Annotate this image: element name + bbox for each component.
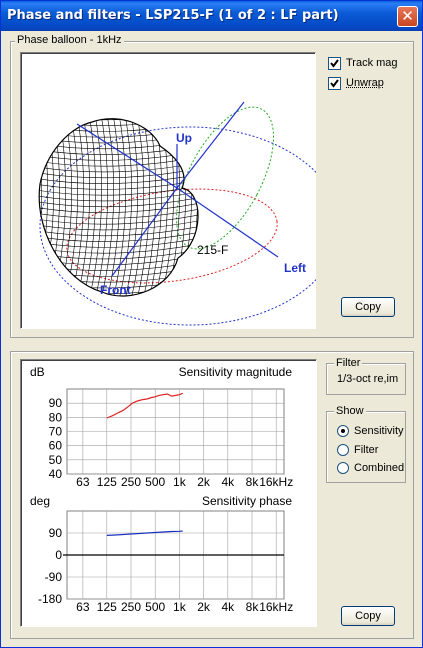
radio-filter-label[interactable]: Filter (354, 444, 378, 456)
unwrap-checkbox[interactable] (328, 77, 341, 90)
balloon-mesh-line (159, 118, 174, 297)
y-tick-label: 40 (49, 467, 63, 481)
sensitivity-charts-panel: 63 125 250 500 1k 2k 4k 8k 16kHz 90 80 70 60 50 40 dB Se… (20, 359, 317, 627)
check-icon (330, 59, 339, 68)
balloon-copy-button[interactable]: Copy (341, 297, 395, 317)
x-tick-label: 16kHz (259, 475, 293, 489)
x-tick-label: 500 (145, 475, 165, 489)
x-tick-label: 4k (221, 475, 235, 489)
axis-label-left: Left (284, 261, 306, 275)
balloon-mesh-line (39, 118, 48, 297)
balloon-mesh-line (147, 118, 162, 297)
radio-combined-label[interactable]: Combined (354, 462, 404, 474)
phase-balloon-group-label: Phase balloon - 1kHz (15, 34, 124, 46)
model-label: 215-F (197, 243, 228, 257)
window-title: Phase and filters - LSP215-F (1 of 2 : L… (7, 8, 339, 23)
filter-value: 1/3-oct re,im (337, 373, 399, 385)
y-tick-label: 0 (55, 548, 62, 562)
x-tick-label: 4k (221, 600, 235, 614)
balloon-mesh-line (32, 299, 212, 311)
charts-copy-button[interactable]: Copy (341, 606, 395, 626)
chart-title: Sensitivity magnitude (179, 365, 293, 379)
x-tick-label: 2k (197, 600, 211, 614)
balloon-mesh-line (39, 118, 54, 297)
y-tick-label: 90 (49, 396, 63, 410)
show-group-label: Show (334, 405, 366, 417)
y-tick-label: 90 (49, 526, 63, 540)
y-tick-label: 60 (49, 439, 63, 453)
x-tick-label: 125 (97, 600, 117, 614)
axis-label-front: Front (100, 283, 131, 297)
x-tick-label: 1k (173, 600, 187, 614)
sensitivity-charts-svg: 63 125 250 500 1k 2k 4k 8k 16kHz908070605040dB Se… (30, 365, 293, 614)
y-tick-label: 70 (49, 425, 63, 439)
close-button[interactable]: ✕ (397, 6, 418, 27)
x-tick-label: 8k (246, 600, 260, 614)
x-tick-label: 250 (121, 600, 141, 614)
x-tick-label: 16kHz (259, 600, 293, 614)
y-tick-label: 50 (49, 453, 63, 467)
track-mag-checkbox[interactable] (328, 57, 341, 70)
chart-title: Sensitivity phase (202, 494, 292, 508)
x-tick-label: 8k (246, 475, 260, 489)
axis-label-up: Up (176, 131, 192, 145)
x-tick-label: 2k (197, 475, 211, 489)
balloon-mesh-line (39, 118, 199, 121)
axis-back-line (76, 123, 178, 189)
balloon-mesh-line (63, 118, 78, 297)
y-tick-label: -180 (38, 592, 62, 606)
x-tick-label: 125 (97, 475, 117, 489)
radio-sensitivity[interactable] (337, 425, 349, 437)
x-tick-label: 250 (121, 475, 141, 489)
radio-filter[interactable] (337, 444, 349, 456)
phase-filters-window: Phase and filters - LSP215-F (1 of 2 : L… (0, 0, 423, 648)
sphere-ellipse-outer (39, 126, 316, 326)
x-tick-label: 63 (76, 600, 90, 614)
title-bar[interactable]: Phase and filters - LSP215-F (1 of 2 : L… (1, 1, 422, 31)
track-mag-label[interactable]: Track mag (346, 57, 398, 69)
x-tick-label: 500 (145, 600, 165, 614)
phase-balloon-svg: Up Left Front 215-F (32, 101, 316, 326)
x-tick-label: 1k (173, 475, 187, 489)
x-tick-label: 63 (76, 475, 90, 489)
filter-group-label: Filter (334, 357, 363, 369)
radio-sensitivity-label[interactable]: Sensitivity (354, 425, 404, 437)
unwrap-label[interactable]: Unwrap (346, 77, 384, 89)
radio-combined[interactable] (337, 462, 349, 474)
y-tick-label: -90 (45, 570, 63, 584)
axis-diag-line (176, 101, 245, 189)
y-axis-label: dB (30, 365, 45, 379)
y-axis-label: deg (30, 494, 50, 508)
balloon-mesh-line (45, 118, 60, 297)
y-tick-label: 80 (49, 410, 63, 424)
check-icon (330, 79, 339, 88)
magnitude-series-line (106, 392, 183, 419)
phase-balloon-view[interactable]: Up Left Front 215-F (20, 52, 316, 329)
